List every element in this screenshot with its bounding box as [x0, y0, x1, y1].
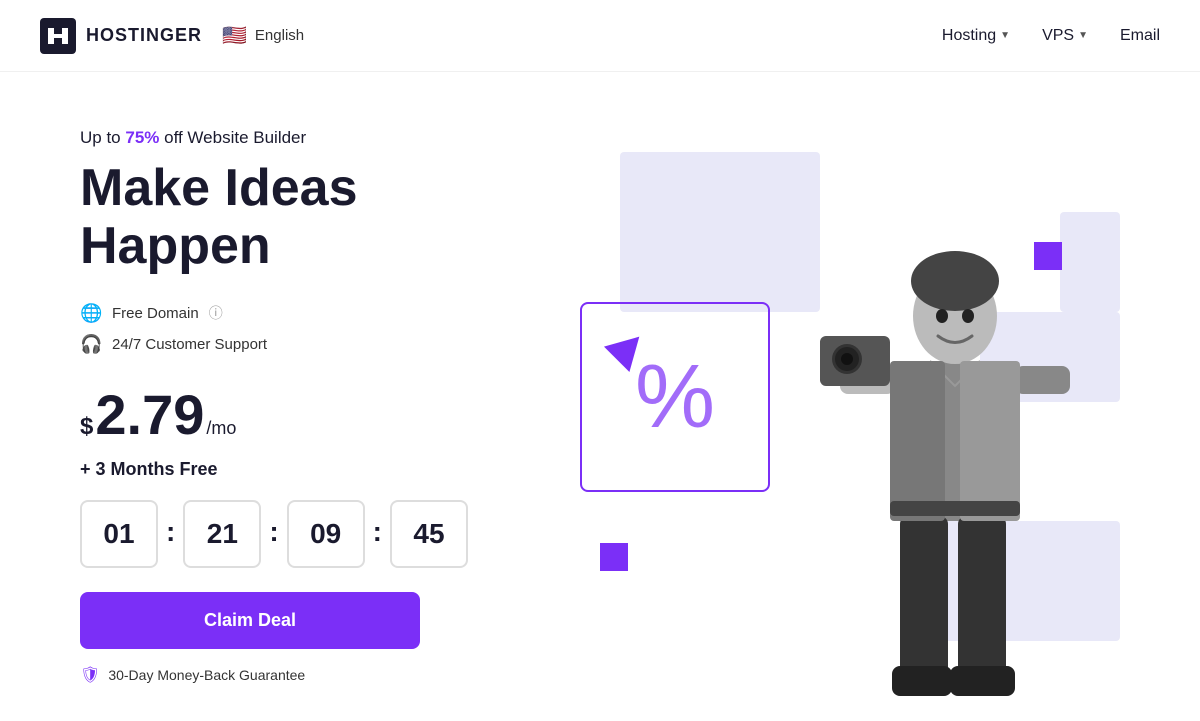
header-nav: Hosting ▼ VPS ▼ Email: [942, 27, 1160, 45]
main-content: Up to 75% off Website Builder Make Ideas…: [0, 72, 1200, 721]
tagline: Up to 75% off Website Builder: [80, 128, 560, 148]
tagline-prefix: Up to: [80, 128, 125, 147]
deco-square-purple-bottom: [600, 543, 628, 571]
price-amount: 2.79: [95, 387, 204, 443]
time-separator-2: :: [269, 516, 278, 548]
chevron-down-icon: ▼: [1000, 30, 1010, 41]
feature-support-text: 24/7 Customer Support: [112, 336, 267, 353]
headset-icon: 🎧: [80, 334, 102, 355]
price-row: $ 2.79 /mo: [80, 387, 560, 443]
countdown-seconds: 09: [287, 500, 365, 568]
price-bonus: + 3 Months Free: [80, 459, 560, 480]
price-period: /mo: [206, 418, 236, 439]
countdown-hours: 01: [80, 500, 158, 568]
price-dollar: $: [80, 413, 93, 441]
pricing: $ 2.79 /mo: [80, 387, 560, 443]
nav-hosting[interactable]: Hosting ▼: [942, 27, 1010, 45]
logo-text: HOSTINGER: [86, 25, 202, 46]
chevron-down-icon: ▼: [1078, 30, 1088, 41]
features-list: 🌐 Free Domain ⓘ 🎧 24/7 Customer Support: [80, 303, 560, 355]
guarantee: 🛡 30-Day Money-Back Guarantee: [80, 665, 560, 685]
time-separator-3: :: [373, 516, 382, 548]
time-separator-1: :: [166, 516, 175, 548]
percent-symbol: %: [635, 352, 715, 442]
tagline-highlight: 75%: [125, 128, 159, 147]
logo-icon: [40, 18, 76, 54]
nav-email[interactable]: Email: [1120, 27, 1160, 45]
feature-support: 🎧 24/7 Customer Support: [80, 334, 560, 355]
nav-hosting-label: Hosting: [942, 27, 996, 45]
hero-left: Up to 75% off Website Builder Make Ideas…: [80, 108, 560, 684]
nav-email-label: Email: [1120, 27, 1160, 45]
tagline-suffix: off Website Builder: [159, 128, 306, 147]
shield-icon: 🛡: [80, 665, 100, 685]
language-selector[interactable]: 🇺🇸 English: [222, 23, 304, 48]
globe-icon: 🌐: [80, 303, 102, 324]
nav-vps[interactable]: VPS ▼: [1042, 27, 1088, 45]
countdown-timer: 01 : 21 : 09 : 45: [80, 500, 560, 568]
countdown-milliseconds: 45: [390, 500, 468, 568]
feature-free-domain: 🌐 Free Domain ⓘ: [80, 303, 560, 324]
claim-deal-button[interactable]: Claim Deal: [80, 592, 420, 649]
hero-headline: Make Ideas Happen: [80, 160, 560, 274]
header-left: HOSTINGER 🇺🇸 English: [40, 18, 304, 54]
percent-discount-box: %: [580, 302, 770, 492]
flag-icon: 🇺🇸: [222, 23, 247, 48]
deco-rect-top: [620, 152, 820, 312]
logo[interactable]: HOSTINGER: [40, 18, 202, 54]
hero-right: %: [560, 72, 1120, 721]
person-figure: [810, 161, 1090, 721]
info-icon[interactable]: ⓘ: [209, 303, 223, 323]
countdown-minutes: 21: [183, 500, 261, 568]
guarantee-text: 30-Day Money-Back Guarantee: [108, 667, 305, 683]
nav-vps-label: VPS: [1042, 27, 1074, 45]
feature-free-domain-text: Free Domain: [112, 305, 199, 322]
header: HOSTINGER 🇺🇸 English Hosting ▼ VPS ▼ Ema…: [0, 0, 1200, 72]
lang-label: English: [255, 27, 304, 44]
